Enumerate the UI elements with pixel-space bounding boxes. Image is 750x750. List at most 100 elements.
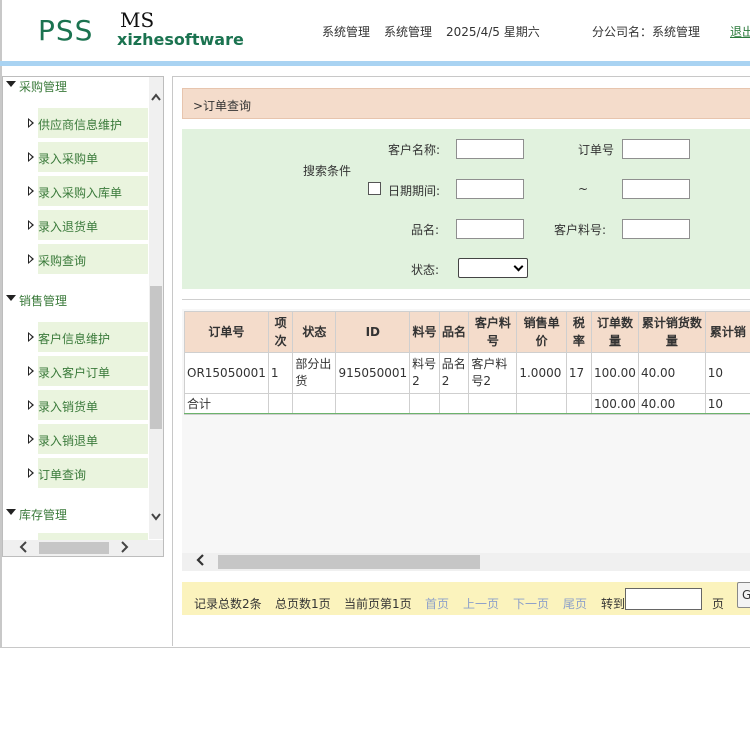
divider xyxy=(182,299,750,300)
grid-horizontal-scrollbar[interactable] xyxy=(182,553,750,571)
scroll-up-icon[interactable] xyxy=(151,93,161,103)
scroll-left-icon[interactable] xyxy=(19,541,27,556)
sidebar-item-label: 录入销货单 xyxy=(38,400,99,414)
sidebar-item-label: 订单查询 xyxy=(38,468,87,482)
col-product[interactable]: 品名 xyxy=(438,311,470,353)
product-name-label: 品名: xyxy=(411,223,440,237)
sidebar-item-return[interactable]: 录入退货单 xyxy=(28,210,148,240)
date-range-checkbox[interactable] xyxy=(368,182,381,195)
sidebar-horizontal-scrollbar[interactable] xyxy=(3,540,163,556)
sidebar-item-label: 录入采购单 xyxy=(38,152,99,166)
status-select[interactable] xyxy=(458,258,528,278)
table-header-row: 订单号 项次 状态 ID 料号 品名 客户料号 销售单价 税率 订单数量 累计销… xyxy=(184,311,750,353)
date-separator: ~ xyxy=(578,182,589,196)
sidebar-group-sales[interactable]: 销售管理 xyxy=(3,289,148,315)
product-name-input[interactable] xyxy=(456,219,524,239)
col-id[interactable]: ID xyxy=(335,311,411,353)
sidebar-item-supplier[interactable]: 供应商信息维护 xyxy=(28,108,148,138)
cell-status: 部分出货 xyxy=(292,352,337,394)
total-records: 记录总数2条 xyxy=(194,597,262,611)
search-heading: 搜索条件 xyxy=(303,164,352,178)
table-total-row: 合计 100.00 40.00 10 xyxy=(184,393,750,415)
sidebar-item-sales-return[interactable]: 录入销退单 xyxy=(28,424,148,454)
col-order-no[interactable]: 订单号 xyxy=(184,311,269,353)
last-page-link[interactable]: 尾页 xyxy=(563,595,587,612)
sidebar-group-label: 库存管理 xyxy=(19,508,68,522)
expand-icon xyxy=(6,509,16,515)
prev-page-link[interactable]: 上一页 xyxy=(463,595,499,612)
header-date: 2025/4/5 星期六 xyxy=(446,25,540,39)
expand-icon xyxy=(6,81,16,87)
col-tax-rate[interactable]: 税率 xyxy=(565,311,592,353)
cell-empty xyxy=(335,393,411,415)
scrollbar-thumb[interactable] xyxy=(150,286,162,429)
sidebar-item-label: 录入退货单 xyxy=(38,220,99,234)
col-part-no[interactable]: 料号 xyxy=(409,311,440,353)
table-row[interactable]: OR15050001 1 部分出货 915050001 料号2 品名2 客户料号… xyxy=(184,352,750,394)
sidebar-group-label: 采购管理 xyxy=(19,80,68,94)
cell-empty xyxy=(409,393,440,415)
order-no-input[interactable] xyxy=(622,139,690,159)
sidebar-item-label: 录入销退单 xyxy=(38,434,99,448)
page-title: >订单查询 xyxy=(193,99,252,113)
sidebar-group-purchase[interactable]: 采购管理 xyxy=(3,77,148,101)
sidebar-item-purchase-query[interactable]: 采购查询 xyxy=(28,244,148,274)
cell-delivered-qty: 40.00 xyxy=(637,352,706,394)
customer-part-label: 客户料号: xyxy=(554,223,607,237)
date-to-input[interactable] xyxy=(622,179,690,199)
sidebar-item-customer-order[interactable]: 录入客户订单 xyxy=(28,356,148,386)
cell-empty xyxy=(468,393,518,415)
col-order-qty[interactable]: 订单数量 xyxy=(590,311,639,353)
go-button[interactable]: G xyxy=(737,582,750,608)
customer-name-label: 客户名称: xyxy=(388,143,441,157)
sidebar-item-purchase-receipt[interactable]: 录入采购入库单 xyxy=(28,176,148,206)
header-nav-system-1[interactable]: 系统管理 xyxy=(322,23,370,40)
col-line-no[interactable]: 项次 xyxy=(267,311,294,353)
col-cumulative[interactable]: 累计销 xyxy=(704,311,750,353)
scroll-left-icon[interactable] xyxy=(196,553,205,571)
col-status[interactable]: 状态 xyxy=(292,311,337,353)
sidebar-item-label: 录入客户订单 xyxy=(38,366,111,380)
scroll-down-icon[interactable] xyxy=(151,513,161,523)
sidebar-item-sales-delivery[interactable]: 录入销货单 xyxy=(28,390,148,420)
arrow-right-icon xyxy=(28,400,34,410)
total-pages: 总页数1页 xyxy=(275,597,331,611)
main-content: >订单查询 搜索条件 客户名称: 订单号 日期期间: ~ 品名: 客户料号: 状… xyxy=(172,76,750,646)
scrollbar-thumb[interactable] xyxy=(218,555,480,569)
arrow-right-icon xyxy=(28,434,34,444)
cell-total-cumulative: 10 xyxy=(704,393,750,415)
cell-unit-price: 1.0000 xyxy=(516,352,567,394)
scrollbar-thumb[interactable] xyxy=(39,542,109,554)
arrow-right-icon xyxy=(28,118,34,128)
logout-link[interactable]: 退出 xyxy=(730,23,750,40)
arrow-right-icon xyxy=(28,186,34,196)
cell-order-no: OR15050001 xyxy=(184,352,269,394)
cell-part-no: 料号2 xyxy=(409,352,440,394)
header-nav-system-2[interactable]: 系统管理 xyxy=(384,23,432,40)
header-divider xyxy=(0,61,750,66)
arrow-right-icon xyxy=(28,254,34,264)
sidebar-group-inventory[interactable]: 库存管理 xyxy=(3,503,148,529)
pagination-bar: 记录总数2条 总页数1页 当前页第1页 首页 上一页 下一页 尾页 转到 页 G xyxy=(182,582,750,615)
scroll-right-icon[interactable] xyxy=(121,541,129,556)
order-no-label: 订单号 xyxy=(578,143,615,157)
goto-page-input[interactable] xyxy=(625,588,702,610)
col-customer-part[interactable]: 客户料号 xyxy=(468,311,518,353)
customer-part-input[interactable] xyxy=(622,219,690,239)
cell-customer-part: 客户料号2 xyxy=(468,352,518,394)
col-delivered-qty[interactable]: 累计销货数量 xyxy=(637,311,706,353)
col-unit-price[interactable]: 销售单价 xyxy=(516,311,567,353)
first-page-link[interactable]: 首页 xyxy=(425,595,449,612)
sidebar-vertical-scrollbar[interactable] xyxy=(149,77,163,539)
cell-empty xyxy=(516,393,567,415)
next-page-link[interactable]: 下一页 xyxy=(513,595,549,612)
sidebar-item-purchase-order[interactable]: 录入采购单 xyxy=(28,142,148,172)
customer-name-input[interactable] xyxy=(456,139,524,159)
arrow-right-icon xyxy=(28,220,34,230)
cell-tax-rate: 17 xyxy=(565,352,592,394)
sidebar-item-customer[interactable]: 客户信息维护 xyxy=(28,322,148,352)
date-from-input[interactable] xyxy=(456,179,524,199)
cell-empty xyxy=(565,393,592,415)
sidebar-item-order-query[interactable]: 订单查询 xyxy=(28,458,148,488)
status-label: 状态: xyxy=(411,263,440,277)
